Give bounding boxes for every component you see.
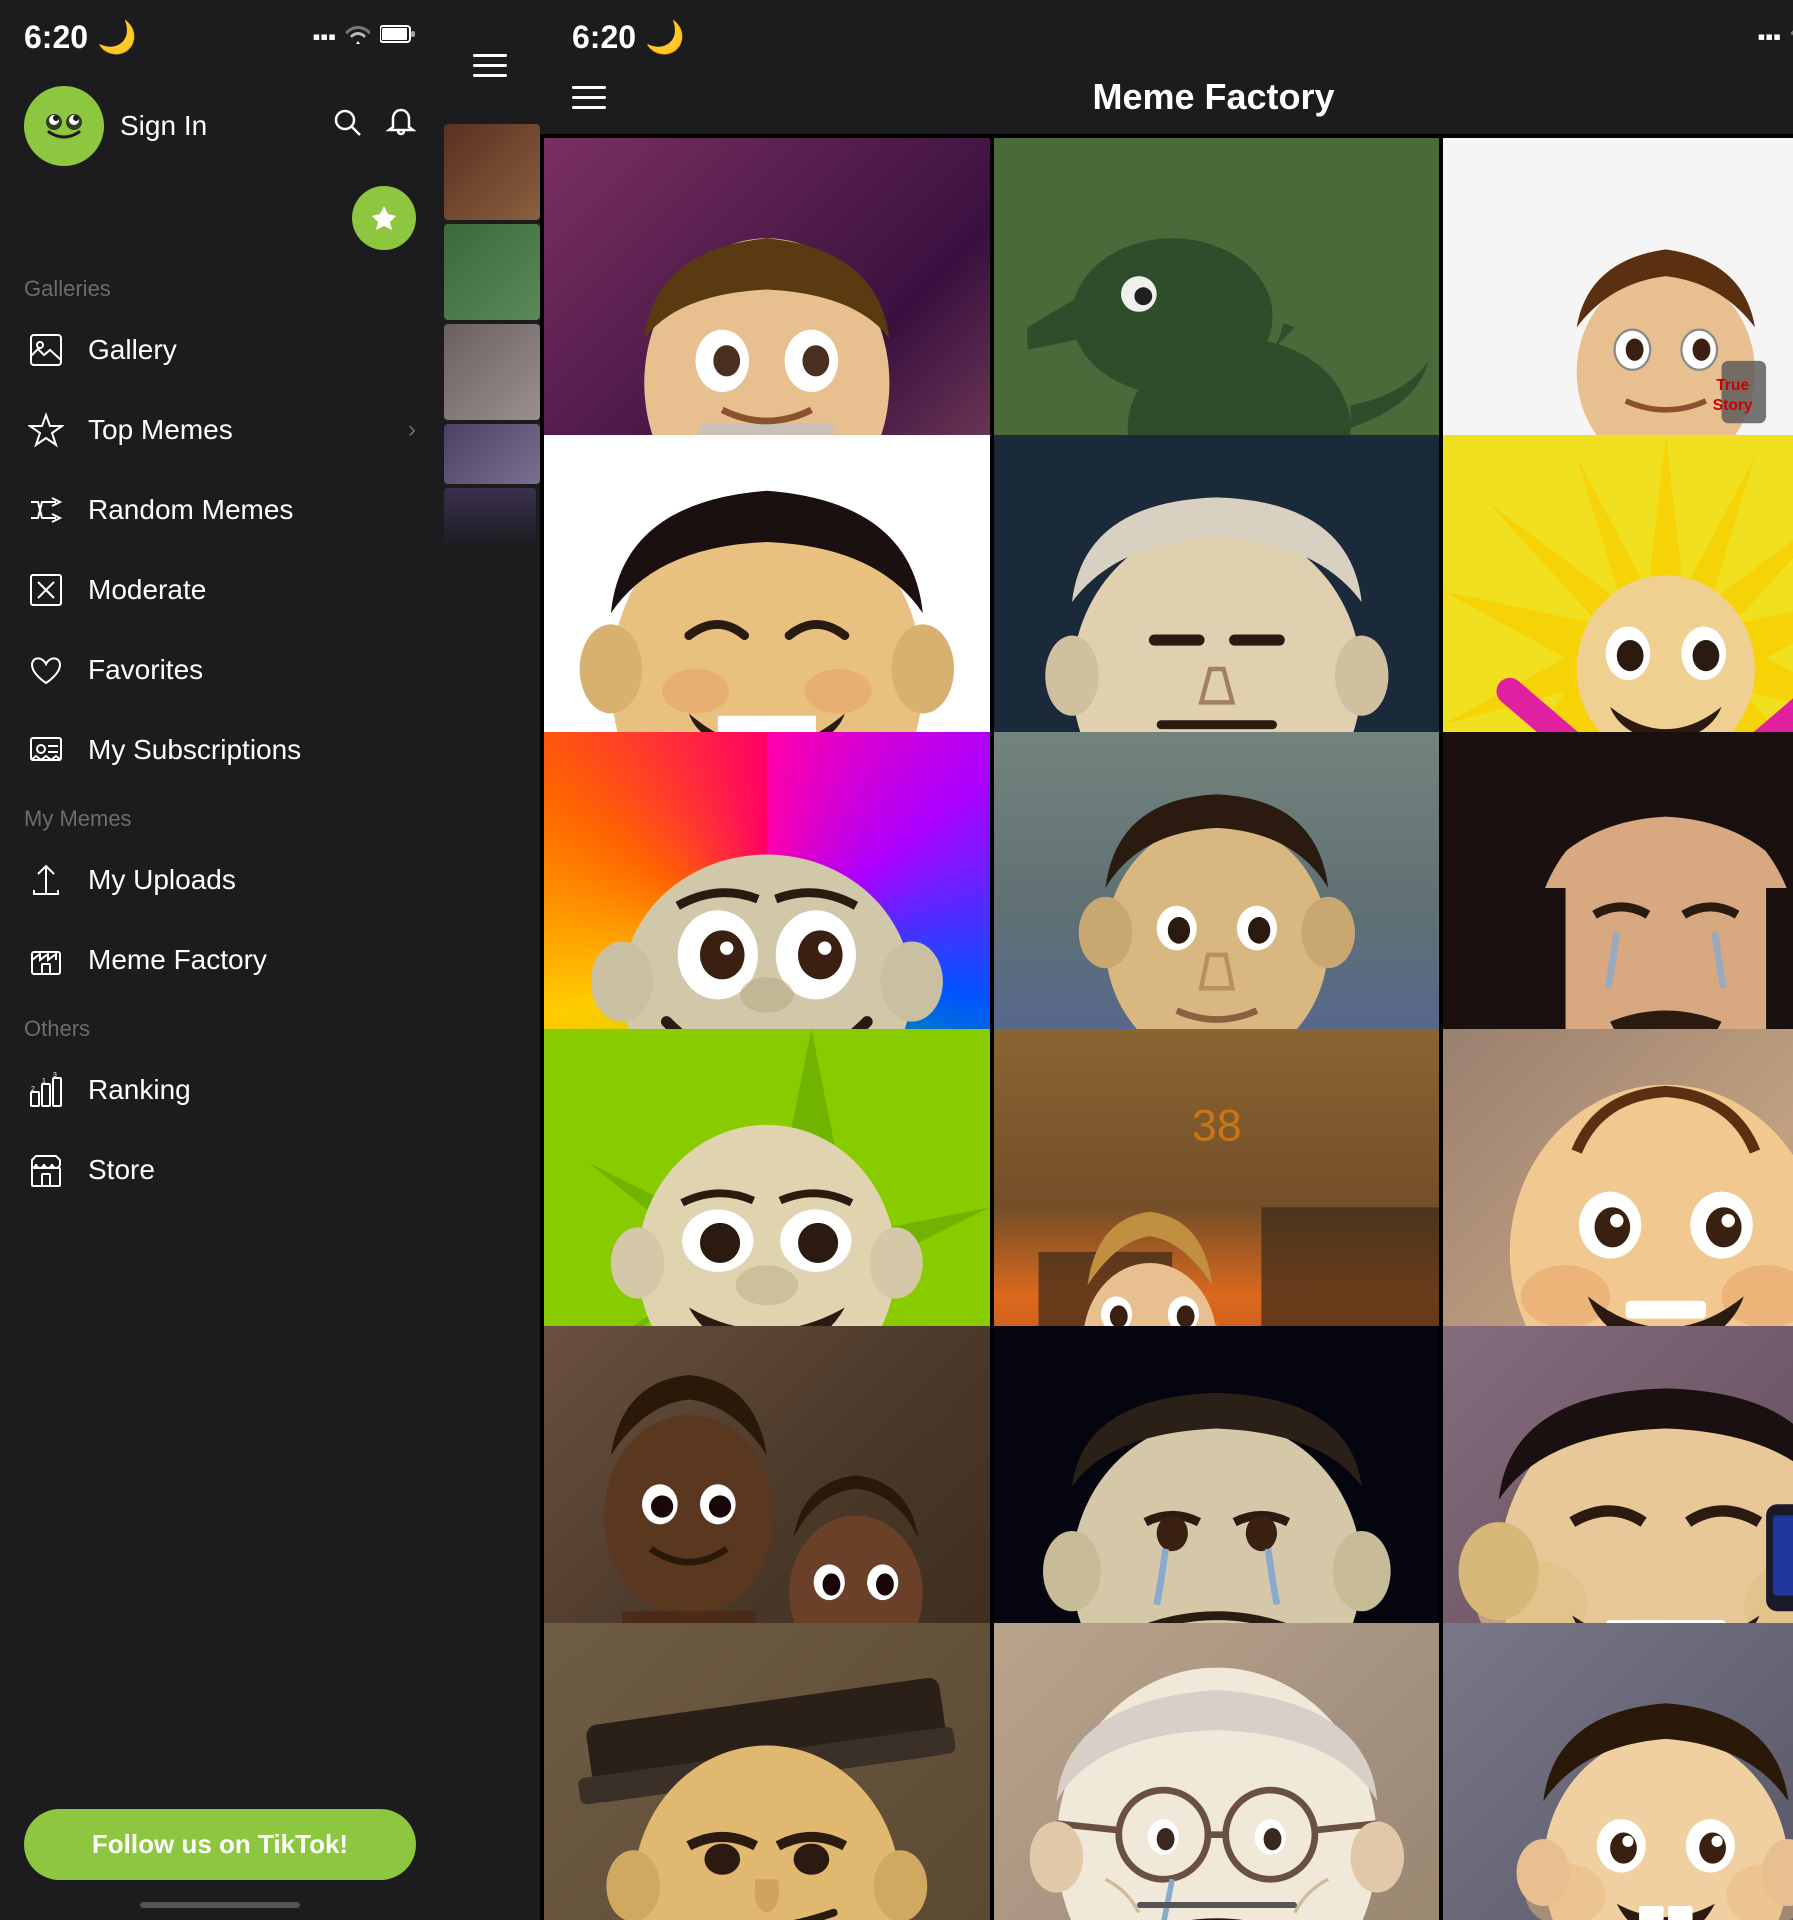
fab-button[interactable] (352, 186, 416, 250)
meme-factory-label: Meme Factory (88, 944, 416, 976)
favorites-label: Favorites (88, 654, 416, 686)
random-icon (24, 488, 68, 532)
subscriptions-icon (24, 728, 68, 772)
wifi-icon-right (1789, 24, 1793, 51)
uploads-icon (24, 858, 68, 902)
wifi-icon (344, 23, 372, 51)
status-bar-left: 6:20 🌙 ▪▪▪ (0, 0, 440, 66)
svg-text:1: 1 (42, 1078, 46, 1085)
side-strip-cells (440, 120, 540, 552)
avatar-area: Sign In (24, 86, 207, 166)
store-label: Store (88, 1154, 416, 1186)
sidebar-item-my-subscriptions[interactable]: My Subscriptions (0, 710, 440, 790)
top-nav: Meme Factory (540, 66, 1793, 134)
sidebar-item-ranking[interactable]: 2 1 3 Ranking (0, 1050, 440, 1130)
sidebar-item-top-memes[interactable]: Top Memes › (0, 390, 440, 470)
gallery-label: Gallery (88, 334, 416, 366)
signal-icon: ▪▪▪ (313, 24, 336, 50)
svg-text:3: 3 (53, 1072, 57, 1079)
sidebar-item-meme-factory[interactable]: Meme Factory (0, 920, 440, 1000)
top-memes-chevron: › (408, 416, 416, 444)
side-strip-cell-2 (444, 224, 540, 320)
svg-text:True: True (1717, 377, 1750, 394)
status-time-right: 6:20 🌙 (572, 18, 685, 56)
left-panel: 6:20 🌙 ▪▪▪ (0, 0, 440, 1920)
signal-icon-right: ▪▪▪ (1758, 24, 1781, 50)
star-icon (24, 408, 68, 452)
side-strip-cell-4 (444, 424, 540, 484)
store-icon (24, 1148, 68, 1192)
sidebar-item-favorites[interactable]: Favorites (0, 630, 440, 710)
my-uploads-label: My Uploads (88, 864, 416, 896)
meme-cell-17[interactable] (994, 1623, 1440, 1920)
side-strip (440, 0, 540, 1920)
others-section-label: Others (0, 1000, 440, 1050)
my-subscriptions-label: My Subscriptions (88, 734, 416, 766)
gallery-icon (24, 328, 68, 372)
factory-icon (24, 938, 68, 982)
galleries-section-label: Galleries (0, 260, 440, 310)
hamburger-strip (473, 54, 507, 77)
status-bar-right: 6:20 🌙 ▪▪▪ (540, 0, 1793, 66)
sidebar-item-gallery[interactable]: Gallery (0, 310, 440, 390)
side-strip-cell-1 (444, 124, 540, 220)
status-icons-left: ▪▪▪ (313, 23, 416, 51)
my-memes-section-label: My Memes (0, 790, 440, 840)
random-memes-label: Random Memes (88, 494, 416, 526)
status-time-left: 6:20 🌙 (24, 18, 137, 56)
sign-in-label[interactable]: Sign In (120, 110, 207, 142)
hamburger-button[interactable] (572, 86, 606, 109)
svg-text:38: 38 (1192, 1101, 1242, 1150)
meme-cell-18[interactable] (1443, 1623, 1793, 1920)
status-icons-right: ▪▪▪ (1758, 24, 1793, 51)
ranking-icon: 2 1 3 (24, 1068, 68, 1112)
meme-grid: True Story (540, 134, 1793, 1920)
home-indicator-right (1137, 1902, 1297, 1908)
search-icon[interactable] (332, 107, 362, 145)
side-strip-cell-5 (444, 488, 536, 548)
ranking-label: Ranking (88, 1074, 416, 1106)
svg-text:Story: Story (1713, 397, 1753, 414)
heart-icon (24, 648, 68, 692)
follow-btn-container: Follow us on TikTok! (0, 1789, 440, 1920)
moderate-label: Moderate (88, 574, 416, 606)
right-panel: 6:20 🌙 ▪▪▪ Meme F (540, 0, 1793, 1920)
sidebar-item-random-memes[interactable]: Random Memes (0, 470, 440, 550)
battery-icon (380, 24, 416, 50)
page-title: Meme Factory (1092, 76, 1334, 118)
fab-container (0, 186, 440, 260)
side-strip-cell-3 (444, 324, 540, 420)
sidebar-item-moderate[interactable]: Moderate (0, 550, 440, 630)
sidebar-item-store[interactable]: Store (0, 1130, 440, 1210)
svg-text:2: 2 (31, 1086, 35, 1093)
moderate-icon (24, 568, 68, 612)
home-indicator-left (140, 1902, 300, 1908)
left-header: Sign In (0, 66, 440, 186)
bell-icon[interactable] (386, 107, 416, 145)
meme-cell-16[interactable] (544, 1623, 990, 1920)
sidebar-item-my-uploads[interactable]: My Uploads (0, 840, 440, 920)
header-icons (332, 107, 416, 145)
top-memes-label: Top Memes (88, 414, 408, 446)
follow-tiktok-button[interactable]: Follow us on TikTok! (24, 1809, 416, 1880)
avatar[interactable] (24, 86, 104, 166)
